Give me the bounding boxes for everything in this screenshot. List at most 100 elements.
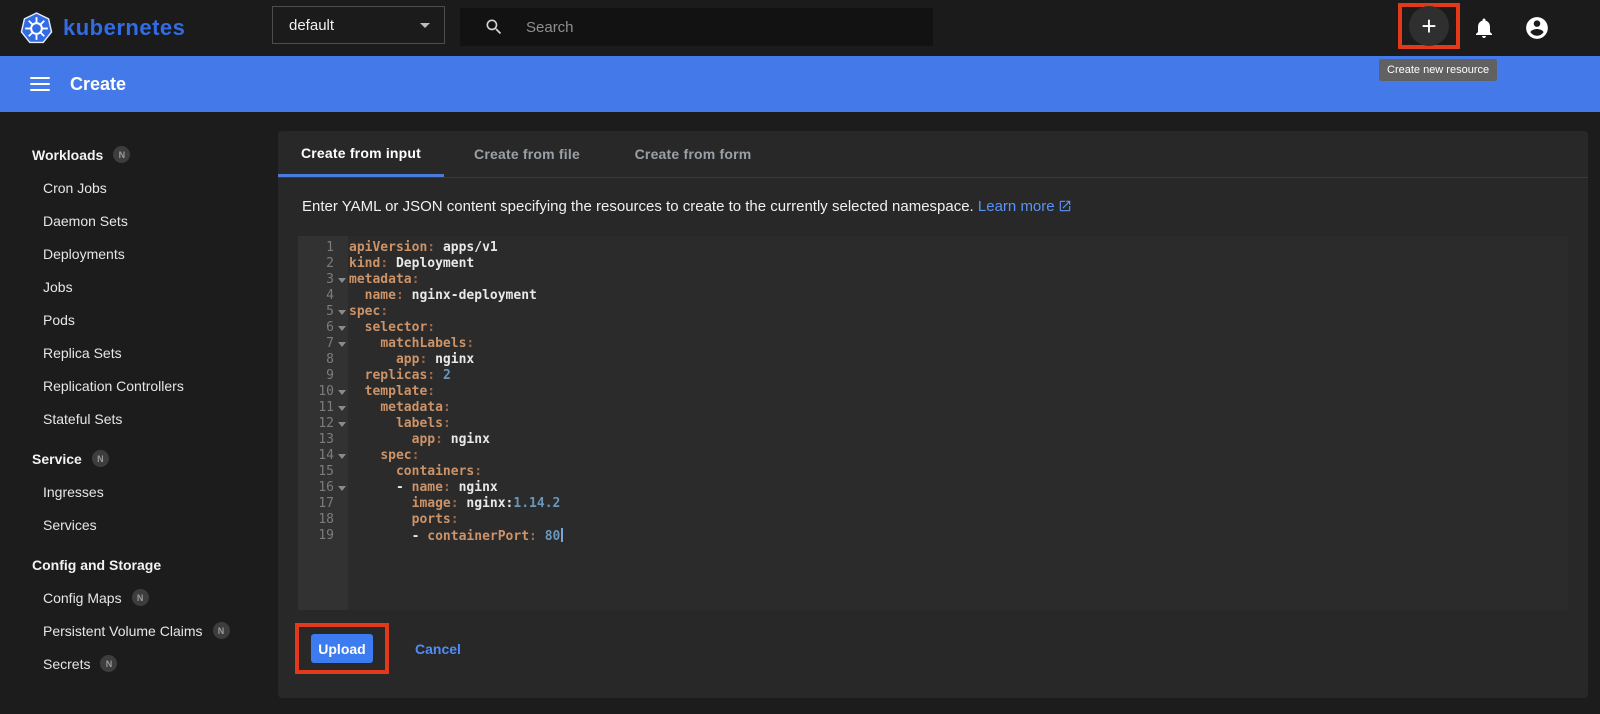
app-bar: Create	[0, 56, 1600, 112]
notifications-button[interactable]	[1467, 11, 1501, 45]
line-number: 3	[326, 272, 334, 287]
editor-line[interactable]: 19 - containerPort: 80	[298, 528, 1568, 544]
editor-line[interactable]: 14 spec:	[298, 448, 1568, 464]
yaml-editor[interactable]: 1 apiVersion: apps/v1 2 kind: Deployment 3 me…	[298, 236, 1568, 610]
learn-more-link[interactable]: Learn more	[978, 198, 1072, 215]
sidebar-group-config-and-storage[interactable]: Config and Storage	[0, 548, 278, 581]
tab-create-from-file[interactable]: Create from file	[444, 131, 610, 177]
search-icon	[486, 19, 502, 35]
code-text: spec:	[349, 304, 389, 319]
code-text: - containerPort: 80	[349, 528, 564, 544]
line-number: 11	[318, 400, 334, 415]
fold-toggle[interactable]	[334, 400, 349, 416]
fold-toggle[interactable]	[334, 272, 349, 288]
fold-arrow-icon	[337, 277, 346, 283]
editor-lines: 1 apiVersion: apps/v1 2 kind: Deployment 3 me…	[298, 236, 1568, 544]
sidebar-item-stateful-sets[interactable]: Stateful Sets	[0, 402, 278, 435]
line-number: 6	[326, 320, 334, 335]
editor-line[interactable]: 8 app: nginx	[298, 352, 1568, 368]
editor-line[interactable]: 13 app: nginx	[298, 432, 1568, 448]
sidebar-item-services[interactable]: Services	[0, 508, 278, 541]
line-number: 15	[318, 464, 334, 479]
editor-line[interactable]: 12 labels:	[298, 416, 1568, 432]
code-text: - name: nginx	[349, 480, 498, 495]
sidebar-item-daemon-sets[interactable]: Daemon Sets	[0, 204, 278, 237]
editor-line[interactable]: 16 - name: nginx	[298, 480, 1568, 496]
upload-button[interactable]: Upload	[311, 634, 373, 663]
sidebar-item-persistent-volume-claims[interactable]: Persistent Volume Claims N	[0, 614, 278, 647]
sidebar-item-deployments[interactable]: Deployments	[0, 237, 278, 270]
fold-toggle[interactable]	[334, 336, 349, 352]
tab-create-from-form[interactable]: Create from form	[610, 131, 776, 177]
fold-toggle[interactable]	[334, 448, 349, 464]
search-input[interactable]	[526, 18, 886, 36]
account-circle-icon	[1526, 17, 1548, 39]
namespace-selector[interactable]: default	[272, 6, 445, 44]
line-number: 16	[318, 480, 334, 495]
annotation-box-create: +	[1398, 3, 1460, 49]
form-actions: Upload Cancel	[295, 623, 1588, 674]
description-text: Enter YAML or JSON content specifying th…	[302, 198, 974, 215]
sidebar-group-workloads[interactable]: Workloads N	[0, 138, 278, 171]
editor-line[interactable]: 18 ports:	[298, 512, 1568, 528]
top-header-bar: kubernetes default +	[0, 0, 1600, 56]
code-text: apiVersion: apps/v1	[349, 240, 498, 255]
namespaced-badge: N	[100, 655, 118, 672]
sidebar-item-secrets[interactable]: Secrets N	[0, 647, 278, 680]
namespaced-badge: N	[131, 589, 149, 606]
line-number: 1	[326, 240, 334, 255]
fold-arrow-icon	[337, 389, 346, 395]
search-bar[interactable]	[460, 8, 933, 46]
editor-line[interactable]: 11 metadata:	[298, 400, 1568, 416]
line-number: 2	[326, 256, 334, 271]
line-number: 4	[326, 288, 334, 303]
editor-line[interactable]: 10 template:	[298, 384, 1568, 400]
code-text: matchLabels:	[380, 336, 475, 351]
sidebar-item-ingresses[interactable]: Ingresses	[0, 475, 278, 508]
plus-icon: +	[1421, 11, 1437, 41]
code-text: containers:	[395, 464, 483, 479]
editor-line[interactable]: 7 matchLabels:	[298, 336, 1568, 352]
sidebar-item-jobs[interactable]: Jobs	[0, 270, 278, 303]
editor-line[interactable]: 15 containers:	[298, 464, 1568, 480]
sidebar-group-service[interactable]: Service N	[0, 442, 278, 475]
sidebar-item-config-maps[interactable]: Config Maps N	[0, 581, 278, 614]
editor-line[interactable]: 5 spec:	[298, 304, 1568, 320]
editor-line[interactable]: 1 apiVersion: apps/v1	[298, 240, 1568, 256]
editor-line[interactable]: 2 kind: Deployment	[298, 256, 1568, 272]
editor-line[interactable]: 3 metadata:	[298, 272, 1568, 288]
account-button[interactable]	[1520, 11, 1554, 45]
fold-toggle[interactable]	[334, 304, 349, 320]
sidebar-item-replication-controllers[interactable]: Replication Controllers	[0, 369, 278, 402]
sidebar-item-pods[interactable]: Pods	[0, 303, 278, 336]
editor-line[interactable]: 17 image: nginx:1.14.2	[298, 496, 1568, 512]
fold-arrow-icon	[337, 485, 346, 491]
fold-toggle[interactable]	[334, 416, 349, 432]
fold-arrow-icon	[337, 421, 346, 427]
editor-line[interactable]: 4 name: nginx-deployment	[298, 288, 1568, 304]
tab-create-from-input[interactable]: Create from input	[278, 131, 444, 177]
code-text: replicas: 2	[364, 368, 451, 383]
sidebar-item-replica-sets[interactable]: Replica Sets	[0, 336, 278, 369]
kubernetes-logo[interactable]: kubernetes	[20, 11, 185, 45]
editor-line[interactable]: 9 replicas: 2	[298, 368, 1568, 384]
namespaced-badge: N	[212, 622, 230, 639]
cancel-button[interactable]: Cancel	[415, 641, 461, 657]
code-text: labels:	[395, 416, 451, 431]
create-new-resource-button[interactable]: +	[1409, 6, 1449, 46]
menu-icon[interactable]	[30, 77, 50, 91]
sidebar-nav: Workloads N Cron Jobs Daemon Sets Deployment…	[0, 112, 278, 714]
fold-toggle[interactable]	[334, 480, 349, 496]
fold-toggle[interactable]	[334, 384, 349, 400]
sidebar-item-cron-jobs[interactable]: Cron Jobs	[0, 171, 278, 204]
kubernetes-helm-icon	[20, 11, 53, 43]
editor-line[interactable]: 6 selector:	[298, 320, 1568, 336]
fold-toggle[interactable]	[334, 320, 349, 336]
